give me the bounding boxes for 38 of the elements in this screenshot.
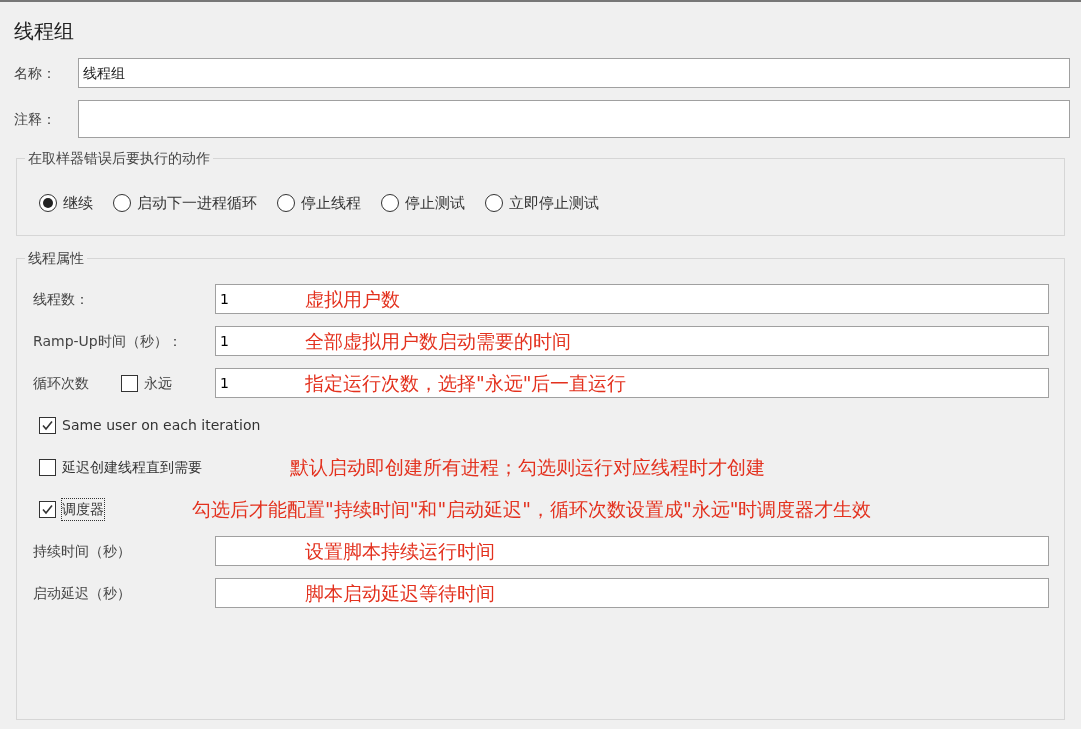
- radio-button[interactable]: [113, 194, 131, 213]
- radio-label: 停止线程: [301, 193, 361, 214]
- radio-button[interactable]: [277, 194, 295, 213]
- field-label: 注释：: [14, 109, 57, 129]
- field-label: 线程数：: [32, 289, 90, 309]
- annotation-text: 虚拟用户数: [305, 287, 400, 312]
- field-label: 启动延迟（秒）: [32, 583, 132, 603]
- radio-label: 继续: [63, 193, 93, 214]
- field-label: 持续时间（秒）: [32, 541, 132, 561]
- checkbox[interactable]: [39, 458, 56, 476]
- annotation-text: 脚本启动延迟等待时间: [305, 581, 495, 606]
- checkbox-label[interactable]: Same user on each iteration: [62, 414, 261, 436]
- radio-label: 启动下一进程循环: [137, 193, 257, 214]
- radio-button[interactable]: [381, 194, 399, 213]
- checkbox[interactable]: [121, 374, 138, 392]
- checkbox-label[interactable]: 延迟创建线程直到需要: [62, 456, 202, 478]
- field-label: 名称：: [14, 63, 57, 83]
- radio-label: 停止测试: [405, 193, 465, 214]
- checkbox-label: 永远: [144, 373, 172, 393]
- panel-title: 线程组: [14, 18, 75, 45]
- radio-button[interactable]: [39, 194, 57, 213]
- annotation-text: 设置脚本持续运行时间: [305, 539, 495, 564]
- field-label: 循环次数: [33, 373, 90, 393]
- annotation-text: 全部虚拟用户数启动需要的时间: [305, 329, 571, 354]
- input-field[interactable]: [215, 578, 1049, 608]
- checkbox-label[interactable]: 调度器: [62, 498, 104, 520]
- radio-label: 立即停止测试: [509, 193, 599, 214]
- annotation-text: 默认启动即创建所有进程；勾选则运行对应线程时才创建: [290, 454, 765, 480]
- checkbox[interactable]: [39, 500, 56, 518]
- annotation-text: 勾选后才能配置"持续时间"和"启动延迟"，循环次数设置成"永远"时调度器才生效: [192, 496, 872, 522]
- radio-button[interactable]: [485, 194, 503, 213]
- annotation-text: 指定运行次数，选择"永远"后一直运行: [305, 371, 627, 396]
- checkbox[interactable]: [39, 416, 56, 434]
- field-label: Ramp-Up时间（秒）：: [32, 331, 183, 351]
- input-field[interactable]: [215, 536, 1049, 566]
- input-field[interactable]: [78, 100, 1070, 138]
- group-legend: 在取样器错误后要执行的动作: [25, 148, 213, 169]
- input-field[interactable]: 线程组: [78, 58, 1070, 88]
